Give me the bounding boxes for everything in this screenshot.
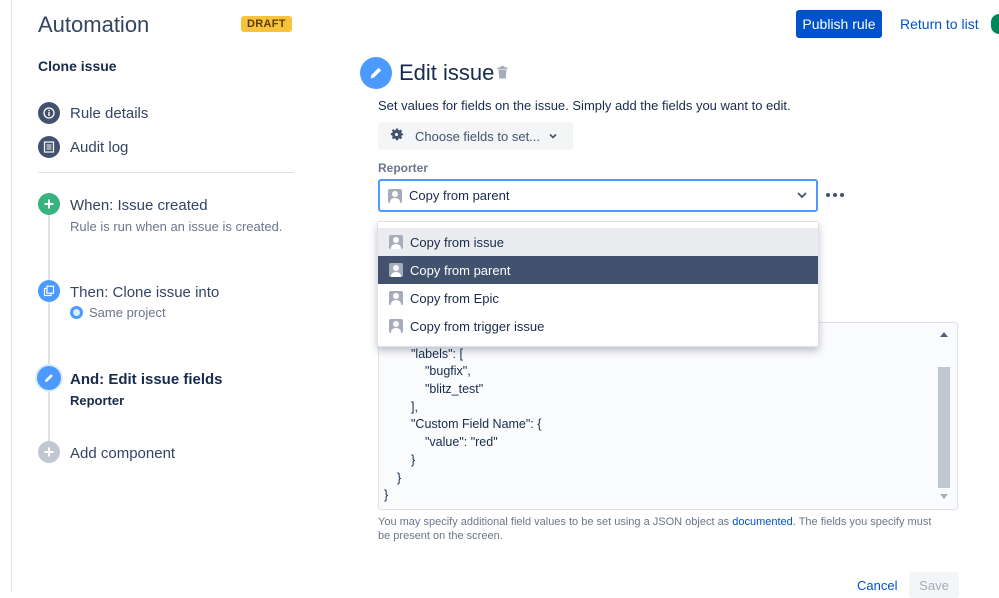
- reporter-field-label: Reporter: [378, 161, 429, 175]
- rule-name: Clone issue: [38, 58, 117, 74]
- code-line: "labels": [: [411, 347, 463, 361]
- step-connector: [48, 301, 50, 367]
- more-options-button[interactable]: [826, 193, 844, 197]
- option-copy-from-issue[interactable]: Copy from issue: [378, 228, 818, 256]
- option-copy-from-trigger-issue[interactable]: Copy from trigger issue: [378, 312, 818, 340]
- code-line: "bugfix",: [425, 364, 471, 378]
- gear-icon: [388, 126, 405, 146]
- scroll-up-icon[interactable]: [940, 332, 948, 337]
- user-avatar-icon: [389, 235, 403, 249]
- option-label: Copy from trigger issue: [410, 318, 545, 334]
- cancel-button[interactable]: Cancel: [857, 578, 897, 593]
- chevron-down-icon: [548, 129, 558, 144]
- trash-icon[interactable]: [497, 66, 508, 84]
- step-action-subtitle: Same project: [70, 305, 166, 320]
- code-line: "Custom Field Name": {: [411, 417, 542, 431]
- pencil-icon: [360, 57, 392, 89]
- panel-description: Set values for fields on the issue. Simp…: [378, 98, 791, 113]
- select-value: Copy from parent: [409, 188, 510, 203]
- sidebar-divider: [38, 172, 294, 173]
- option-copy-from-epic[interactable]: Copy from Epic: [378, 284, 818, 312]
- app-title: Automation: [38, 12, 150, 37]
- user-avatar-icon: [389, 263, 403, 277]
- option-label: Copy from issue: [410, 234, 504, 250]
- left-edge-border: [11, 0, 12, 592]
- step-edit-subtitle: Reporter: [70, 393, 125, 408]
- step-trigger-subtitle: Rule is run when an issue is created.: [70, 219, 283, 234]
- step-connector: [48, 214, 50, 280]
- choose-fields-button[interactable]: Choose fields to set...: [378, 122, 573, 150]
- reporter-dropdown-menu: Copy from issue Copy from parent Copy fr…: [377, 221, 819, 347]
- clone-icon[interactable]: [38, 280, 60, 302]
- choose-fields-label: Choose fields to set...: [415, 128, 541, 144]
- code-line: }: [384, 488, 389, 502]
- help-text: You may specify additional field values …: [378, 516, 733, 528]
- nav-label: Audit log: [70, 138, 129, 156]
- info-icon: [38, 102, 60, 124]
- nav-audit-log[interactable]: Audit log: [38, 136, 128, 158]
- json-help-text: You may specify additional field values …: [378, 515, 938, 543]
- pencil-icon[interactable]: [37, 366, 61, 390]
- project-icon: [70, 306, 83, 319]
- step-trigger-title[interactable]: When: Issue created: [70, 197, 208, 214]
- option-label: Copy from Epic: [410, 290, 499, 306]
- panel-title: Edit issue: [399, 60, 495, 85]
- chevron-down-icon: [796, 189, 808, 204]
- status-badge: DRAFT: [241, 16, 292, 32]
- user-avatar-icon: [388, 188, 402, 203]
- step-edit-title[interactable]: And: Edit issue fields: [70, 371, 223, 388]
- nav-label: Rule details: [70, 104, 149, 122]
- plus-icon[interactable]: [38, 193, 60, 215]
- code-line: ],: [411, 400, 418, 414]
- scrollbar-thumb[interactable]: [938, 367, 950, 488]
- option-copy-from-parent[interactable]: Copy from parent: [378, 256, 818, 284]
- list-icon: [38, 136, 60, 158]
- json-editor[interactable]: [378, 322, 958, 510]
- scroll-down-icon[interactable]: [940, 494, 948, 499]
- documented-link[interactable]: documented: [732, 516, 793, 528]
- code-line: "blitz_test": [425, 382, 484, 396]
- reporter-select[interactable]: Copy from parent: [378, 179, 818, 212]
- user-avatar-icon: [389, 291, 403, 305]
- step-connector: [48, 389, 50, 442]
- step-action-title[interactable]: Then: Clone issue into: [70, 284, 219, 301]
- avatar[interactable]: [991, 14, 999, 34]
- option-label: Copy from parent: [410, 262, 511, 278]
- add-icon[interactable]: [38, 441, 60, 463]
- add-component-link[interactable]: Add component: [70, 445, 175, 462]
- code-line: "value": "red": [425, 435, 498, 449]
- nav-rule-details[interactable]: Rule details: [38, 102, 148, 124]
- save-button[interactable]: Save: [909, 572, 959, 598]
- publish-rule-button[interactable]: Publish rule: [796, 10, 882, 38]
- code-line: }: [397, 471, 402, 485]
- code-line: }: [411, 453, 416, 467]
- user-avatar-icon: [389, 319, 403, 333]
- project-label: Same project: [89, 305, 166, 320]
- return-to-list-link[interactable]: Return to list: [900, 16, 979, 32]
